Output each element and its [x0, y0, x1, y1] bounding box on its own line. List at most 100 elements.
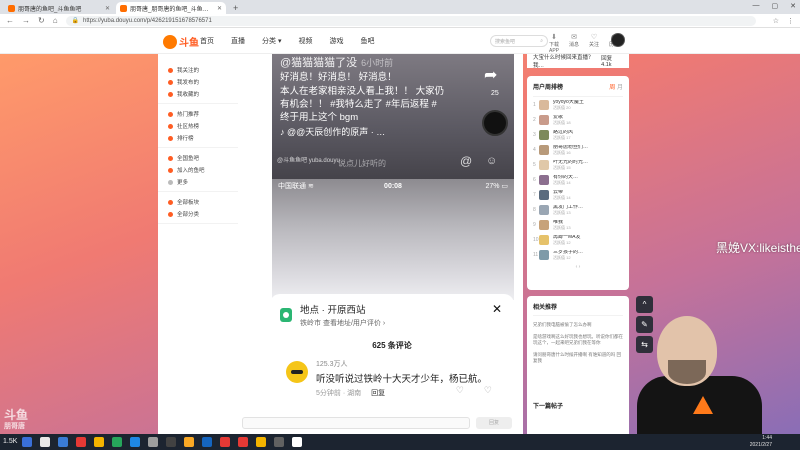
ranking-row[interactable]: 7 云帝 活跃值 14 [533, 187, 623, 202]
reply-input[interactable] [242, 417, 470, 429]
maximize-button[interactable]: ▢ [772, 2, 779, 10]
related-item[interactable]: 兄弟们我电脑被偷了怎么办啊 [533, 322, 623, 328]
related-title: 相关推荐 [533, 302, 623, 316]
search-input[interactable]: 搜索鱼吧 ⌕ [490, 35, 548, 47]
ranking-row[interactable]: 8 黑发门工作… 活跃值 13 [533, 202, 623, 217]
ranking-row[interactable]: 4 朋哥唐粉丝们… 活跃值 16 [533, 142, 623, 157]
related-post-top[interactable]: 大宝什么时候回来直播？我… 回复 4.1k [527, 54, 629, 69]
shirt-logo [693, 396, 713, 414]
ranking-row[interactable]: 3 路过的风 活跃值 17 [533, 127, 623, 142]
sidebar-item-favorites[interactable]: 我收藏的 [158, 88, 238, 100]
ranking-row[interactable]: 11 三岁孩子的… 活跃值 12 [533, 247, 623, 262]
sidebar-item-all-yuba[interactable]: 全国鱼吧 [158, 152, 238, 164]
bookmark-star-icon[interactable]: ☆ [773, 17, 779, 25]
sidebar-item-label: 热门推荐 [177, 112, 200, 118]
related-item[interactable]: 是啥游戏啊这么好玩我也想玩。听说你们都在玩这个，一起来吧兄弟们我在等你 [533, 334, 623, 346]
system-clock: 1:44 2021/2/27 [750, 435, 772, 449]
close-window-button[interactable]: ✕ [790, 2, 796, 10]
sidebar-item-hot[interactable]: 热门推荐 [158, 108, 238, 120]
browser-menu-icon[interactable]: ⋮ [787, 17, 794, 25]
video-user-handle: @猫猫猫猫了没 [280, 57, 358, 69]
taskbar-apps [22, 437, 310, 447]
ranking-title: 用户周排榜 [533, 85, 564, 91]
post-image-video-2[interactable]: 中国联通 ≋ 00:08 27% ▭ [272, 179, 514, 300]
battery-indicator: 27% ▭ [485, 183, 509, 190]
sidebar-item-following[interactable]: 我关注的 [158, 64, 238, 76]
location-row[interactable]: 地点 · 开原西站 铁岭市 查看地址/用户评价 › [280, 302, 504, 328]
nav-yuba[interactable]: 鱼吧 [360, 36, 374, 46]
back-button[interactable]: ← [6, 16, 14, 25]
sidebar-item-leaderboard[interactable]: 排行榜 [158, 132, 238, 144]
taskbar-app-icon[interactable] [184, 437, 194, 447]
user-avatar[interactable] [611, 33, 625, 47]
home-button[interactable]: ⌂ [53, 16, 58, 25]
rank-text: yoyoyo大魔王 活跃值 20 [553, 100, 623, 110]
tab-close-icon[interactable]: ✕ [217, 5, 222, 12]
tab-month[interactable]: 月 [617, 85, 623, 91]
taskbar-app-icon[interactable] [274, 437, 284, 447]
sidebar-item-sections[interactable]: 全部板块 [158, 196, 238, 208]
ranking-row[interactable]: 1 yoyoyo大魔王 活跃值 20 [533, 97, 623, 112]
browser-toolbar-right: ☆ ⋮ [773, 17, 794, 25]
forward-button[interactable]: → [22, 16, 30, 25]
nav-home[interactable]: 首页 [200, 36, 214, 46]
next-post-panel[interactable]: 下一篇帖子 [527, 395, 629, 434]
taskbar-app-icon[interactable] [112, 437, 122, 447]
sidebar-item-more[interactable]: 更多 [158, 176, 238, 188]
back-to-top-icon[interactable]: ^ [636, 296, 653, 313]
taskbar-app-icon[interactable] [148, 437, 158, 447]
nav-video[interactable]: 视频 [298, 36, 312, 46]
main-nav: 首页 直播 分类 ▾ 视频 游戏 鱼吧 [200, 36, 374, 46]
sidebar-item-joined[interactable]: 加入的鱼吧 [158, 164, 238, 176]
download-app-button[interactable]: ⬇ 下载APP [546, 33, 562, 54]
heart-icon: ♡ [590, 34, 598, 41]
taskbar-app-icon[interactable] [166, 437, 176, 447]
sidebar-item-trending[interactable]: 社区热榜 [158, 120, 238, 132]
comment-reply-link: 回复 [371, 390, 386, 397]
taskbar-app-icon[interactable] [256, 437, 266, 447]
watermark-main: 斗鱼 [4, 408, 29, 422]
reply-submit-button[interactable]: 回复 [476, 417, 512, 429]
minimize-button[interactable]: — [753, 2, 760, 10]
phone-clock: 00:08 [384, 182, 402, 190]
nav-live[interactable]: 直播 [231, 36, 245, 46]
taskbar-app-icon[interactable] [220, 437, 230, 447]
sidebar-item-published[interactable]: 我发布的 [158, 76, 238, 88]
url-field[interactable]: 🔒 https://yuba.douyu.com/p/4262191516785… [65, 15, 756, 26]
taskbar-app-icon[interactable] [58, 437, 68, 447]
related-item[interactable]: 请问朋哥唐什么时候开播啊 有谁知道的吗 回复我 [533, 352, 623, 364]
post-image-video-1[interactable]: @猫猫猫猫了没 6小时前 好消息！好消息！ 好消息！ 本人在老家相亲没人看上我！！… [272, 54, 514, 179]
commenter-name: 125.3万人 [316, 361, 348, 368]
follow-button[interactable]: ♡ 关注 [586, 33, 602, 54]
taskbar-app-icon[interactable] [22, 437, 32, 447]
sidebar-item-categories[interactable]: 全部分类 [158, 208, 238, 220]
sidebar-item-label: 更多 [177, 180, 189, 186]
tab-week[interactable]: 周 [609, 85, 615, 91]
ranking-row[interactable]: 6 有你的天… 活跃值 14 [533, 172, 623, 187]
browser-tab-2[interactable]: 朋哥唐_朋哥唐的鱼吧_斗鱼鱼吧 ✕ [116, 2, 226, 14]
reload-button[interactable]: ↻ [38, 16, 45, 25]
taskbar-app-icon[interactable] [40, 437, 50, 447]
ranking-row[interactable]: 2 爱歌 活跃值 18 [533, 112, 623, 127]
tab-close-icon[interactable]: ✕ [105, 5, 110, 12]
taskbar-app-icon[interactable] [292, 437, 302, 447]
ranking-row[interactable]: 5 叶无光的时光… 活跃值 15 [533, 157, 623, 172]
taskbar-app-icon[interactable] [130, 437, 140, 447]
search-icon[interactable]: ⌕ [540, 38, 543, 44]
browser-tab-1[interactable]: 朋哥唐的鱼吧_斗鱼鱼吧 ✕ [4, 2, 114, 14]
taskbar-app-icon[interactable] [94, 437, 104, 447]
ranking-row[interactable]: 10 再蹲一MA发 活跃值 12 [533, 232, 623, 247]
next-post-title: 下一篇帖子 [533, 404, 564, 410]
douyu-logo[interactable]: 斗鱼 [163, 34, 199, 49]
ranking-row[interactable]: 9 唯我 活跃值 13 [533, 217, 623, 232]
taskbar-app-icon[interactable] [202, 437, 212, 447]
nav-game[interactable]: 游戏 [329, 36, 343, 46]
ranking-pager[interactable]: ‹ › [533, 264, 623, 270]
rank-text: 叶无光的时光… 活跃值 15 [553, 160, 623, 170]
messages-button[interactable]: ✉ 消息 [566, 33, 582, 54]
new-tab-button[interactable]: + [228, 2, 243, 14]
close-icon[interactable]: ✕ [492, 302, 502, 316]
taskbar-app-icon[interactable] [238, 437, 248, 447]
taskbar-app-icon[interactable] [76, 437, 86, 447]
nav-category[interactable]: 分类 ▾ [262, 36, 281, 46]
